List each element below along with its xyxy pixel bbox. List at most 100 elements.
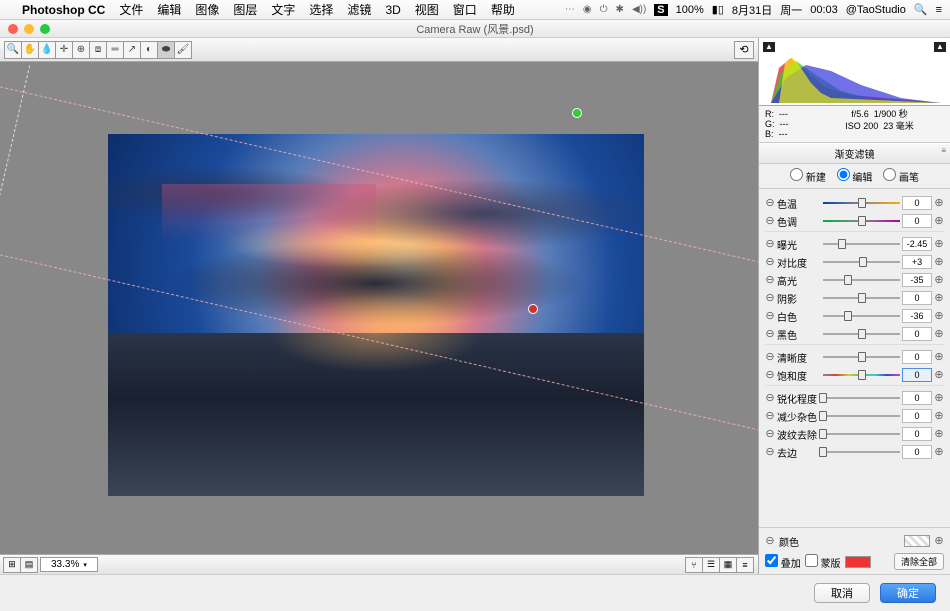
slider-track[interactable] — [823, 333, 900, 335]
slider-value[interactable]: 0 — [902, 391, 932, 405]
menu-window[interactable]: 窗口 — [453, 1, 477, 18]
minus-icon[interactable]: ⊖ — [765, 239, 775, 250]
slider-value[interactable]: 0 — [902, 427, 932, 441]
grid-button[interactable]: ⊞ — [3, 557, 21, 573]
rotate-button[interactable]: ⟲ — [734, 41, 754, 59]
tool-straighten[interactable]: ═ — [106, 41, 124, 59]
slider-value[interactable]: -36 — [902, 309, 932, 323]
menu-image[interactable]: 图像 — [195, 1, 219, 18]
gradient-axis[interactable] — [0, 65, 30, 319]
date[interactable]: 8月31日 — [732, 2, 772, 18]
minus-icon[interactable]: ⊖ — [765, 293, 775, 304]
clear-all-button[interactable]: 清除全部 — [894, 553, 944, 570]
volume-icon[interactable]: ◀)) — [632, 4, 646, 15]
slider-value[interactable]: -2.45 — [902, 237, 932, 251]
tool-spot[interactable]: ↗ — [123, 41, 141, 59]
slider-value[interactable]: 0 — [902, 350, 932, 364]
slider-value[interactable]: 0 — [902, 445, 932, 459]
minus-icon[interactable]: ⊖ — [765, 429, 775, 440]
tool-hand[interactable]: ✋ — [21, 41, 39, 59]
mode-new[interactable]: 新建 — [790, 173, 826, 184]
minus-icon[interactable]: ⊖ — [765, 411, 775, 422]
menu-view[interactable]: 视图 — [415, 1, 439, 18]
menu-layer[interactable]: 图层 — [233, 1, 257, 18]
sb-icon[interactable]: ☰ — [702, 557, 720, 573]
slider-value[interactable]: 0 — [902, 327, 932, 341]
tool-color-sampler[interactable]: ✛ — [55, 41, 73, 59]
menu-type[interactable]: 文字 — [271, 1, 295, 18]
slider-track[interactable] — [823, 261, 900, 263]
close-window-button[interactable] — [8, 24, 18, 34]
status-icon[interactable]: ◉ — [583, 4, 592, 15]
plus-icon[interactable]: ⊕ — [934, 429, 944, 440]
menu-filter[interactable]: 滤镜 — [347, 1, 371, 18]
minus-icon[interactable]: ⊖ — [765, 370, 775, 381]
status-icon[interactable]: ⏻ — [600, 4, 608, 15]
slider-value[interactable]: -35 — [902, 273, 932, 287]
slider-track[interactable] — [823, 297, 900, 299]
slider-track[interactable] — [823, 202, 900, 204]
minus-icon[interactable]: ⊖ — [765, 447, 775, 458]
mask-checkbox[interactable]: 蒙版 — [805, 554, 841, 570]
slider-track[interactable] — [823, 243, 900, 245]
minus-icon[interactable]: ⊖ — [765, 257, 775, 268]
menu-select[interactable]: 选择 — [309, 1, 333, 18]
minus-icon[interactable]: ⊖ — [765, 275, 775, 286]
slider-track[interactable] — [823, 451, 900, 453]
sb-icon[interactable]: ≡ — [736, 557, 754, 573]
plus-icon[interactable]: ⊕ — [934, 198, 944, 209]
plus-icon[interactable]: ⊕ — [934, 411, 944, 422]
shadow-clip-icon[interactable]: ▲ — [763, 42, 775, 52]
slider-track[interactable] — [823, 415, 900, 417]
slider-track[interactable] — [823, 315, 900, 317]
status-icon[interactable]: ✱ — [616, 4, 624, 15]
status-icon[interactable]: S — [654, 4, 667, 16]
app-name[interactable]: Photoshop CC — [22, 3, 105, 17]
cancel-button[interactable]: 取消 — [814, 583, 870, 603]
slider-track[interactable] — [823, 279, 900, 281]
gradient-handle-end[interactable] — [528, 304, 538, 314]
plus-icon[interactable]: ⊕ — [934, 536, 944, 547]
tool-target[interactable]: ⊕ — [72, 41, 90, 59]
slider-value[interactable]: 0 — [902, 291, 932, 305]
plus-icon[interactable]: ⊕ — [934, 216, 944, 227]
color-swatch[interactable] — [904, 535, 930, 547]
tool-redeye[interactable]: ◐ — [140, 41, 158, 59]
minus-icon[interactable]: ⊖ — [765, 198, 775, 209]
battery-icon[interactable]: ▮▯ — [712, 3, 724, 16]
slider-value[interactable]: 0 — [902, 196, 932, 210]
tool-zoom[interactable]: 🔍 — [4, 41, 22, 59]
spotlight-icon[interactable]: 🔍 — [914, 3, 928, 16]
menu-help[interactable]: 帮助 — [491, 1, 515, 18]
plus-icon[interactable]: ⊕ — [934, 311, 944, 322]
histogram[interactable]: ▲ ▲ — [759, 38, 950, 106]
battery-pct[interactable]: 100% — [676, 4, 704, 16]
tool-ellipse[interactable]: ⬬ — [157, 41, 175, 59]
minus-icon[interactable]: ⊖ — [765, 216, 775, 227]
plus-icon[interactable]: ⊕ — [934, 329, 944, 340]
status-icon[interactable]: ⋯ — [565, 4, 575, 15]
minus-icon[interactable]: ⊖ — [765, 536, 775, 547]
overlay-checkbox[interactable]: 叠加 — [765, 554, 801, 570]
sb-icon[interactable]: ▦ — [719, 557, 737, 573]
single-button[interactable]: ▤ — [20, 557, 38, 573]
tool-crop[interactable]: ⧈ — [89, 41, 107, 59]
menu-3d[interactable]: 3D — [385, 3, 400, 17]
highlight-clip-icon[interactable]: ▲ — [934, 42, 946, 52]
slider-value[interactable]: 0 — [902, 409, 932, 423]
menu-edit[interactable]: 编辑 — [157, 1, 181, 18]
plus-icon[interactable]: ⊕ — [934, 293, 944, 304]
ok-button[interactable]: 确定 — [880, 583, 936, 603]
gradient-handle-start[interactable] — [572, 108, 582, 118]
panel-menu-icon[interactable]: ≡ — [941, 146, 946, 155]
plus-icon[interactable]: ⊕ — [934, 257, 944, 268]
plus-icon[interactable]: ⊕ — [934, 239, 944, 250]
tool-white-balance[interactable]: 💧 — [38, 41, 56, 59]
plus-icon[interactable]: ⊕ — [934, 370, 944, 381]
slider-track[interactable] — [823, 433, 900, 435]
minus-icon[interactable]: ⊖ — [765, 311, 775, 322]
slider-track[interactable] — [823, 356, 900, 358]
user-handle[interactable]: @TaoStudio — [846, 4, 906, 16]
mask-color-swatch[interactable] — [845, 556, 871, 568]
image-canvas[interactable] — [0, 62, 758, 554]
